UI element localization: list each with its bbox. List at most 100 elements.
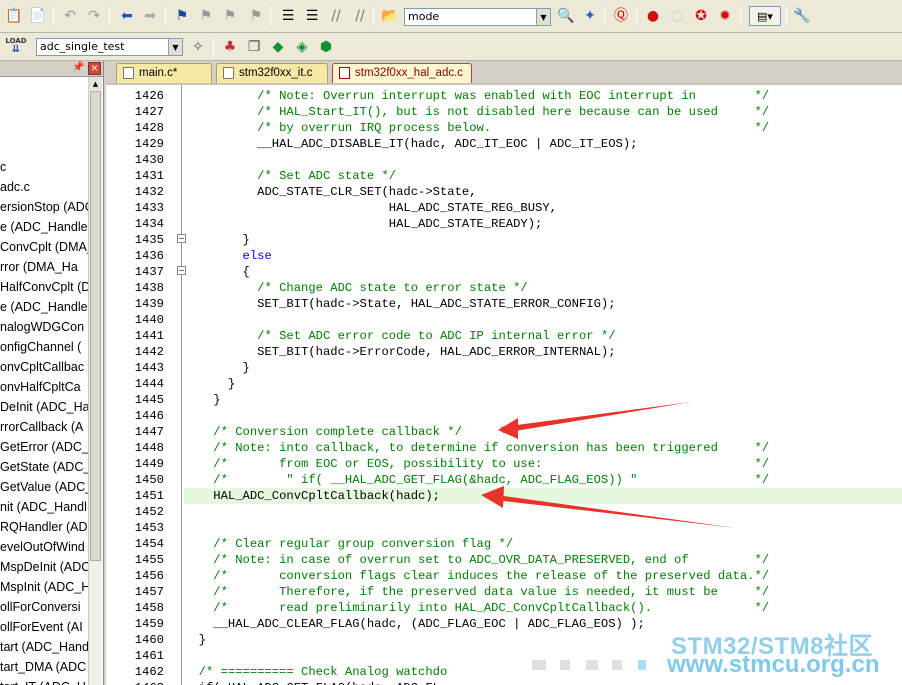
code-line[interactable]: SET_BIT(hadc->State, HAL_ADC_STATE_ERROR… [184,296,902,312]
function-list-item[interactable] [0,117,88,137]
kill-breakpoints-icon[interactable]: ✪ [691,6,711,26]
code-line[interactable]: /* Therefore, if the preserved data valu… [184,584,902,600]
function-list-item[interactable]: ersionStop (ADC [0,197,88,217]
function-list-item[interactable]: rrorCallback (A [0,417,88,437]
code-line[interactable]: /* conversion flags clear induces the re… [184,568,902,584]
scroll-up-icon[interactable]: ▲ [89,77,102,90]
function-list-item[interactable]: adc.c [0,177,88,197]
back-icon[interactable]: ⬅ [117,6,137,26]
function-list-item[interactable]: GetError (ADC_l [0,437,88,457]
select-packs-icon[interactable]: ⬢ [316,37,336,57]
code-line[interactable]: HAL_ADC_STATE_REG_BUSY, [184,200,902,216]
window-icon[interactable]: ▤▾ [749,6,781,26]
panel-scrollbar[interactable]: ▲ [88,77,102,685]
code-line[interactable]: SET_BIT(hadc->ErrorCode, HAL_ADC_ERROR_I… [184,344,902,360]
find-next-icon[interactable]: ✦ [580,6,600,26]
tab-stm32f0xx-hal-adc-c[interactable]: stm32f0xx_hal_adc.c [332,63,472,83]
options-wand-icon[interactable]: ✧ [188,37,208,57]
comment-icon[interactable]: // [326,6,346,26]
code-line-current[interactable]: HAL_ADC_ConvCpltCallback(hadc); [184,488,902,504]
function-list-item[interactable]: tart_IT (ADC_H [0,677,88,685]
code-editor[interactable]: 1426 1427 1428 1429 1430 1431 1432 1433 1434 1435… [106,83,902,685]
code-line[interactable]: /* Conversion complete callback */ [184,424,902,440]
function-list-item[interactable]: ConvCplt (DMA_ [0,237,88,257]
paste-icon[interactable]: 📋 [4,6,24,26]
function-list-item[interactable] [0,137,88,157]
function-list-item[interactable] [0,77,88,97]
function-list-item[interactable]: ollForEvent (AI [0,617,88,637]
code-line[interactable]: /* HAL_Start_IT(), but is not disabled h… [184,104,902,120]
code-line[interactable] [184,312,902,328]
code-line[interactable]: /* by overrun IRQ process below. */ [184,120,902,136]
file-extensions-icon[interactable]: ❐ [244,37,264,57]
debug-icon[interactable]: Ⓠ [611,6,631,26]
chevron-down-icon[interactable]: ▼ [168,39,182,55]
code-line[interactable] [184,520,902,536]
pack-installer-icon[interactable]: ◈ [292,37,312,57]
code-line[interactable] [184,504,902,520]
code-line[interactable]: if( HAL_ADC_GET_FLAG(hadc, ADC_FL [184,680,902,685]
find-in-files-icon[interactable]: 📂 [380,6,400,26]
function-list-item[interactable]: onvCpltCallbac [0,357,88,377]
tab-stm32f0xx-it-c[interactable]: stm32f0xx_it.c [216,63,328,83]
clear-bookmarks-icon[interactable]: ⚑ [246,6,266,26]
function-list-item[interactable]: e (ADC_Handle [0,297,88,317]
prev-bookmark-icon[interactable]: ⚑ [196,6,216,26]
function-list-item[interactable]: c [0,157,88,177]
code-line[interactable]: /* Note: in case of overrun set to ADC_O… [184,552,902,568]
code-line[interactable]: { [184,264,902,280]
function-list-item[interactable]: onvHalfCpltCa [0,377,88,397]
code-line[interactable]: /* Set ADC state */ [184,168,902,184]
manage-components-icon[interactable]: ♣ [220,37,240,57]
settings-icon[interactable]: 🔧 [792,6,812,26]
function-list-item[interactable]: nalogWDGCon [0,317,88,337]
code-line[interactable]: /* Clear regular group conversion flag *… [184,536,902,552]
close-icon[interactable]: ✕ [88,62,101,75]
breakpoint-icon[interactable]: ● [643,6,663,26]
code-line[interactable]: /* Set ADC error code to ADC IP internal… [184,328,902,344]
function-list-item[interactable]: e (ADC_Handle [0,217,88,237]
code-line[interactable]: /* Change ADC state to error state */ [184,280,902,296]
code-line[interactable]: } [184,376,902,392]
clear-breakpoints-icon[interactable]: ✹ [715,6,735,26]
scrollbar-thumb[interactable] [90,91,101,561]
disable-breakpoint-icon[interactable]: ○ [667,6,687,26]
code-area[interactable]: /* Note: Overrun interrupt was enabled w… [184,85,902,685]
function-list-item[interactable]: evelOutOfWind [0,537,88,557]
function-list-item[interactable]: tart (ADC_Hand [0,637,88,657]
function-list-item[interactable]: nit (ADC_Handl [0,497,88,517]
unindent-icon[interactable]: ☰ [302,6,322,26]
function-list-item[interactable]: GetState (ADC_l [0,457,88,477]
code-line[interactable]: /* " if( __HAL_ADC_GET_FLAG(&hadc, ADC_F… [184,472,902,488]
tab-main-c[interactable]: main.c* [116,63,212,83]
function-list-item[interactable]: rror (DMA_Ha [0,257,88,277]
load-button[interactable]: LOAD ⇊ [4,36,28,56]
code-line[interactable]: /* Note: Overrun interrupt was enabled w… [184,88,902,104]
code-line[interactable]: } [184,232,902,248]
run-time-env-icon[interactable]: ◆ [268,37,288,57]
code-line[interactable]: else [184,248,902,264]
code-line[interactable]: __HAL_ADC_DISABLE_IT(hadc, ADC_IT_EOC | … [184,136,902,152]
code-line[interactable] [184,408,902,424]
chevron-down-icon[interactable]: ▼ [536,9,550,25]
find-icon[interactable]: 🔍 [556,6,576,26]
code-line[interactable]: HAL_ADC_STATE_READY); [184,216,902,232]
function-list-item[interactable]: HalfConvCplt (D [0,277,88,297]
function-list-item[interactable]: onfigChannel ( [0,337,88,357]
copy-icon[interactable]: 📄 [28,6,48,26]
uncomment-icon[interactable]: // [350,6,370,26]
indent-icon[interactable]: ☰ [278,6,298,26]
code-line[interactable]: } [184,360,902,376]
function-list-item[interactable]: RQHandler (AD [0,517,88,537]
code-line[interactable]: /* read preliminarily into HAL_ADC_ConvC… [184,600,902,616]
function-list-item[interactable] [0,97,88,117]
redo-icon[interactable]: ↷ [84,6,104,26]
function-list-item[interactable]: GetValue (ADC_ [0,477,88,497]
code-line[interactable]: ADC_STATE_CLR_SET(hadc->State, [184,184,902,200]
code-line[interactable]: } [184,392,902,408]
forward-icon[interactable]: ➡ [140,6,160,26]
fold-toggle-icon[interactable]: − [177,234,186,243]
function-list-item[interactable]: MspDeInit (ADC [0,557,88,577]
find-combo[interactable]: mode ▼ [404,8,551,26]
code-line[interactable] [184,152,902,168]
